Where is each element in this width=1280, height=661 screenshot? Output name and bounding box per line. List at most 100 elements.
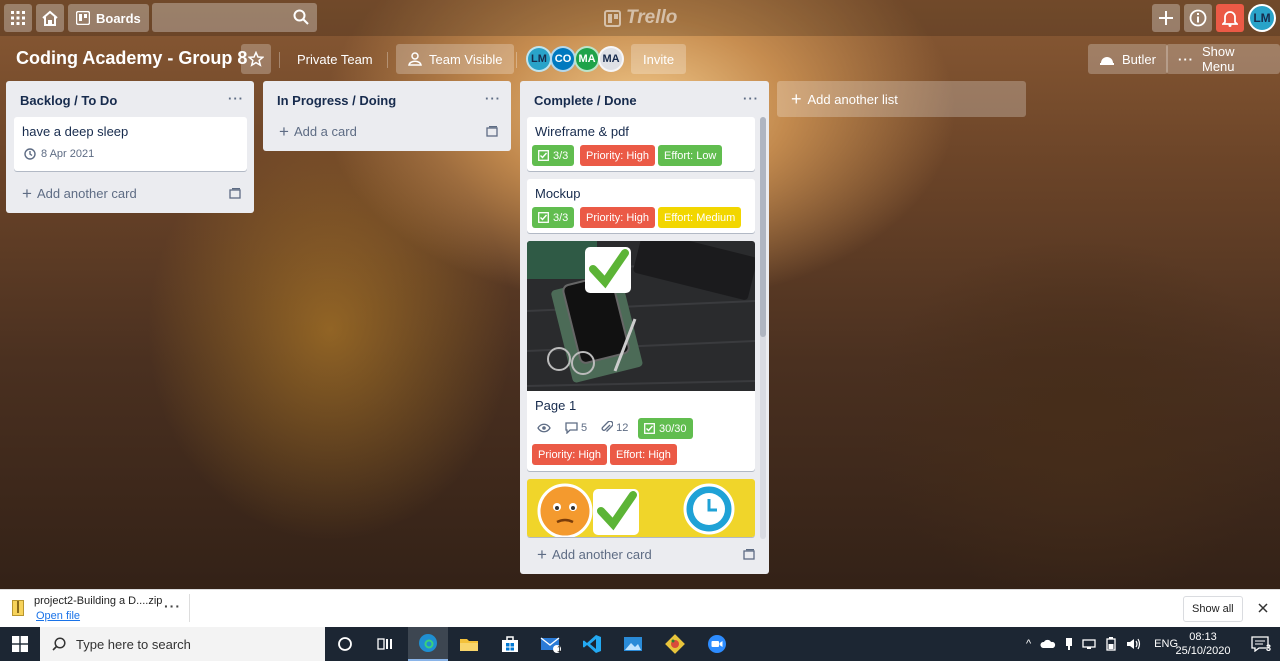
home-button[interactable] (36, 4, 64, 32)
divider (279, 52, 280, 68)
card[interactable]: Wireframe & pdf 3/3 Priority: High Effor… (527, 117, 755, 171)
divider (516, 52, 517, 68)
member-avatar[interactable]: CO (550, 46, 576, 72)
list-menu-button[interactable]: ··· (228, 91, 244, 106)
apps-grid-button[interactable] (4, 4, 32, 32)
notifications-button[interactable] (1216, 4, 1244, 32)
invite-button[interactable]: Invite (631, 44, 687, 74)
add-card-button[interactable]: + Add a card (279, 123, 357, 140)
zoom-button[interactable] (697, 627, 737, 661)
team-button[interactable]: Private Team (285, 44, 385, 74)
list-title[interactable]: Complete / Done (534, 93, 637, 108)
checklist-count: 3/3 (553, 149, 569, 162)
attachments-badge: 12 (601, 421, 628, 434)
user-initials: LM (1253, 11, 1271, 25)
list-title[interactable]: Backlog / To Do (20, 93, 117, 108)
info-button[interactable] (1184, 4, 1212, 32)
card-template-icon[interactable] (486, 125, 498, 137)
show-menu-button[interactable]: ··· Show Menu (1166, 44, 1280, 74)
time: 08:13 (1189, 631, 1217, 643)
add-card-button[interactable]: + Add another card (22, 185, 137, 202)
add-card-label: Add another card (36, 186, 137, 201)
task-view-button[interactable] (365, 627, 405, 661)
card-template-icon[interactable] (743, 548, 755, 560)
trello-logo[interactable]: Trello (604, 7, 677, 29)
show-all-button[interactable]: Show all (1183, 596, 1243, 622)
download-more-button[interactable]: ··· (164, 598, 181, 614)
onedrive-icon[interactable] (1040, 639, 1056, 649)
member-initials: MA (578, 53, 596, 65)
add-list-button[interactable]: + Add another list (777, 81, 1026, 117)
priority-label: Priority: High (532, 444, 607, 465)
battery-icon[interactable] (1105, 637, 1117, 651)
eye-icon (537, 423, 551, 432)
start-button[interactable] (0, 627, 40, 661)
visibility-button[interactable]: Team Visible (396, 44, 515, 74)
photos-button[interactable] (613, 627, 653, 661)
list-title[interactable]: In Progress / Doing (277, 93, 396, 108)
cortana-button[interactable] (325, 627, 365, 661)
checklist-badge: 3/3 (532, 207, 575, 228)
list-scrollbar[interactable] (760, 117, 766, 539)
close-icon[interactable] (1258, 603, 1268, 613)
usb-icon[interactable] (1065, 637, 1073, 651)
git-app-button[interactable] (655, 627, 695, 661)
open-file-link[interactable]: Open file (36, 610, 80, 622)
scrollbar-thumb[interactable] (760, 117, 766, 337)
mail-button[interactable]: 1 (531, 627, 571, 661)
card[interactable] (527, 479, 755, 537)
card-template-icon[interactable] (229, 187, 241, 199)
edge-browser-button[interactable] (408, 627, 448, 661)
checklist-count: 30/30 (659, 422, 687, 435)
card[interactable]: Page 1 5 12 30/30 Priority: High Effort:… (527, 241, 755, 471)
language-indicator[interactable]: ENG (1154, 638, 1178, 650)
star-button[interactable] (241, 44, 271, 74)
search-input[interactable] (152, 3, 317, 32)
card[interactable]: Mockup 3/3 Priority: High Effort: Medium (527, 179, 755, 233)
member-avatar[interactable]: MA (574, 46, 600, 72)
due-date: 8 Apr 2021 (41, 148, 95, 160)
paperclip-icon (601, 421, 614, 432)
user-avatar[interactable]: LM (1248, 4, 1276, 32)
invite-label: Invite (643, 51, 675, 67)
apps-grid-icon (11, 11, 25, 25)
vscode-button[interactable] (572, 627, 612, 661)
card-cover-image (527, 479, 755, 537)
search-icon (52, 637, 66, 651)
member-avatar[interactable]: MA (598, 46, 624, 72)
download-filename[interactable]: project2-Building a D....zip (34, 595, 162, 607)
card[interactable]: have a deep sleep 8 Apr 2021 (14, 117, 247, 171)
store-button[interactable] (490, 627, 530, 661)
taskbar-search-input[interactable]: Type here to search (40, 627, 325, 661)
checklist-badge: 3/3 (532, 145, 575, 166)
divider (387, 52, 388, 68)
git-app-icon (665, 634, 685, 654)
add-card-button[interactable]: + Add another card (537, 546, 652, 563)
member-initials: CO (554, 53, 572, 65)
zip-file-icon (12, 600, 24, 616)
comments-badge: 5 (565, 422, 587, 434)
volume-icon[interactable] (1126, 637, 1142, 651)
priority-label: Priority: High (580, 145, 655, 166)
list-menu-button[interactable]: ··· (743, 91, 759, 106)
member-initials: LM (531, 53, 547, 65)
card-title: Wireframe & pdf (535, 124, 629, 139)
butler-button[interactable]: Butler (1088, 44, 1168, 74)
boards-button[interactable]: Boards (68, 4, 149, 32)
card-badges: 5 12 (537, 421, 628, 434)
card-title: Page 1 (535, 398, 577, 413)
board-title[interactable]: Coding Academy - Group 8 (16, 48, 247, 69)
network-icon[interactable] (1082, 637, 1096, 651)
store-icon (502, 636, 518, 652)
trello-logo-icon (604, 9, 621, 27)
member-avatar[interactable]: LM (526, 46, 552, 72)
file-explorer-button[interactable] (449, 627, 489, 661)
effort-label: Effort: Medium (658, 207, 742, 228)
list-menu-button[interactable]: ··· (485, 91, 501, 106)
priority-label: Priority: High (580, 207, 655, 228)
clock[interactable]: 08:13 25/10/2020 (1175, 627, 1230, 661)
create-button[interactable] (1152, 4, 1180, 32)
action-center-button[interactable]: 3 (1240, 627, 1280, 661)
chevron-up-icon[interactable]: ^ (1026, 638, 1031, 650)
boards-icon (76, 11, 90, 25)
